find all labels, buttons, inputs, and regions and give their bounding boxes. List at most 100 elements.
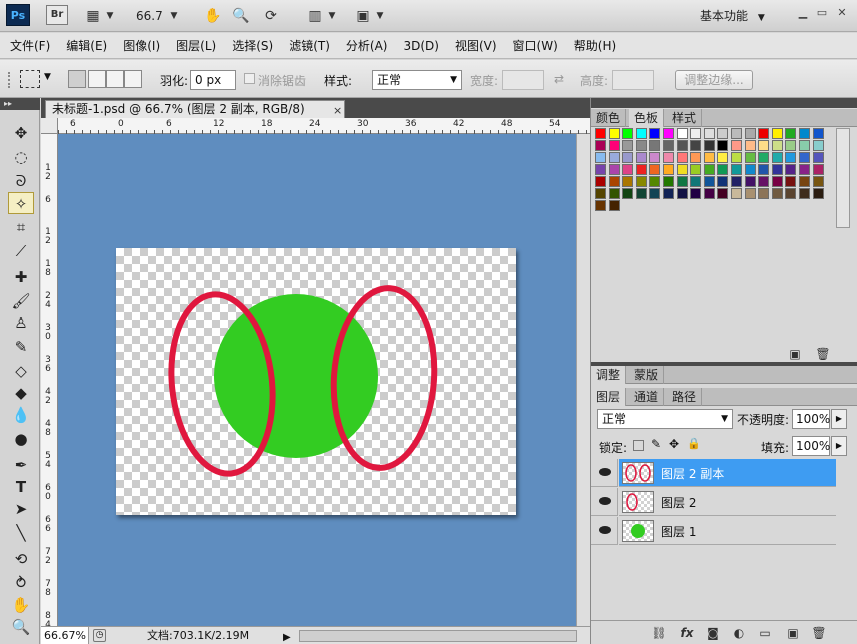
swatch[interactable] <box>690 152 702 163</box>
feather-input[interactable]: 0 px <box>190 70 236 90</box>
layer-visibility-toggle[interactable] <box>591 488 618 516</box>
layer-row[interactable]: 图层 1 <box>619 517 836 545</box>
fill-slider-button[interactable]: ▶ <box>831 436 847 456</box>
workspace-switcher[interactable]: 基本功能 ▼ <box>700 6 765 26</box>
maximize-button[interactable]: ▭ <box>813 4 831 22</box>
clone-stamp-icon[interactable]: ♙ <box>8 312 34 334</box>
swatch[interactable] <box>785 164 797 175</box>
swatch[interactable] <box>676 164 688 175</box>
path-selection-icon[interactable]: ➤ <box>8 498 34 520</box>
swatch[interactable] <box>676 176 688 187</box>
layout-icon[interactable]: ▦ <box>82 6 104 26</box>
swatch[interactable] <box>663 164 674 175</box>
close-tab-icon[interactable]: × <box>333 102 342 119</box>
eyedropper-icon[interactable]: ⟋ <box>8 240 34 262</box>
swatch[interactable] <box>649 140 661 151</box>
horizontal-ruler[interactable]: 6 0 6 12 18 24 30 36 42 48 54 <box>58 118 590 134</box>
swatch[interactable] <box>731 176 742 187</box>
lock-all-icon[interactable]: 🔒 <box>687 437 701 450</box>
swatch[interactable] <box>758 152 770 163</box>
swatch[interactable] <box>663 152 674 163</box>
magic-wand-icon[interactable]: ✧ <box>8 192 34 214</box>
add-mask-icon[interactable]: ◙ <box>705 625 721 641</box>
intersect-selection-button[interactable] <box>124 70 142 88</box>
lock-position-icon[interactable]: ✥ <box>669 437 679 451</box>
tab-swatches[interactable]: 色板 <box>629 109 665 127</box>
swatch[interactable] <box>812 164 824 175</box>
swatch[interactable] <box>595 140 606 151</box>
swatch[interactable] <box>635 128 647 139</box>
swatch[interactable] <box>785 128 797 139</box>
swatch[interactable] <box>717 128 729 139</box>
swatch[interactable] <box>690 164 702 175</box>
menu-layer[interactable]: 图层(L) <box>176 37 216 54</box>
rotate-icon[interactable]: ⟳ <box>260 6 282 26</box>
swatch[interactable] <box>771 152 783 163</box>
swatch[interactable] <box>717 176 729 187</box>
swatch[interactable] <box>744 128 756 139</box>
menu-view[interactable]: 视图(V) <box>455 37 497 54</box>
swatch[interactable] <box>676 140 688 151</box>
layer-row[interactable]: 图层 2 <box>619 488 836 516</box>
swatch[interactable] <box>595 152 606 163</box>
vertical-ruler[interactable]: 1 2 6 1 2 1 8 2 4 3 0 3 6 4 2 4 8 5 4 6 0 6 6 7 2 7 8… <box>41 134 58 630</box>
menu-image[interactable]: 图像(I) <box>123 37 160 54</box>
tab-masks[interactable]: 蒙版 <box>629 366 665 384</box>
crop-icon[interactable]: ⌗ <box>8 216 34 238</box>
trash-icon[interactable]: 🗑 <box>815 346 831 362</box>
swatch[interactable] <box>608 128 620 139</box>
swatch[interactable] <box>731 188 742 199</box>
swatch[interactable] <box>663 140 674 151</box>
swatch[interactable] <box>649 128 661 139</box>
swatch[interactable] <box>758 164 770 175</box>
swatch[interactable] <box>663 128 674 139</box>
trash-icon[interactable]: 🗑 <box>811 625 827 641</box>
new-swatch-icon[interactable]: ▣ <box>787 346 803 362</box>
menu-help[interactable]: 帮助(H) <box>574 37 616 54</box>
swatch[interactable] <box>635 140 647 151</box>
swatch[interactable] <box>812 188 824 199</box>
swatch[interactable] <box>731 152 742 163</box>
swatch[interactable] <box>622 188 634 199</box>
tab-adjustments[interactable]: 调整 <box>591 366 627 384</box>
swatch[interactable] <box>717 152 729 163</box>
swatch[interactable] <box>622 176 634 187</box>
swatch[interactable] <box>799 188 810 199</box>
swatch[interactable] <box>812 176 824 187</box>
swatch[interactable] <box>758 176 770 187</box>
swatch[interactable] <box>771 164 783 175</box>
brush-icon[interactable]: 🖌 <box>8 290 34 312</box>
paint-bucket-icon[interactable]: ◆ <box>8 382 34 404</box>
lasso-icon[interactable]: ᘐ <box>8 170 34 192</box>
swatch[interactable] <box>690 140 702 151</box>
swatch[interactable] <box>785 176 797 187</box>
swatch[interactable] <box>771 140 783 151</box>
swatch[interactable] <box>649 176 661 187</box>
swatch[interactable] <box>731 164 742 175</box>
swatch[interactable] <box>690 176 702 187</box>
swatch[interactable] <box>703 140 715 151</box>
document-canvas[interactable] <box>116 248 516 515</box>
swatch[interactable] <box>635 176 647 187</box>
antialias-checkbox[interactable] <box>244 73 255 84</box>
menu-edit[interactable]: 编辑(E) <box>66 37 107 54</box>
chevron-down-icon[interactable]: ▼ <box>374 6 386 26</box>
swatch[interactable] <box>731 140 742 151</box>
swatch[interactable] <box>663 188 674 199</box>
swatch[interactable] <box>799 176 810 187</box>
blur-icon[interactable]: 💧 <box>8 404 34 426</box>
swatch[interactable] <box>799 164 810 175</box>
style-select[interactable]: 正常 ▼ <box>372 70 462 90</box>
swatch[interactable] <box>731 128 742 139</box>
close-button[interactable]: ✕ <box>833 4 851 22</box>
document-tab[interactable]: 未标题-1.psd @ 66.7% (图层 2 副本, RGB/8) × <box>45 100 345 118</box>
swatch[interactable] <box>758 188 770 199</box>
swatch[interactable] <box>785 152 797 163</box>
zoom-icon[interactable]: 🔍 <box>230 6 252 26</box>
swatch[interactable] <box>758 140 770 151</box>
swatch[interactable] <box>717 140 729 151</box>
width-input[interactable] <box>502 70 544 90</box>
new-selection-button[interactable] <box>68 70 86 88</box>
fill-input[interactable]: 100% <box>792 436 830 456</box>
elliptical-marquee-icon[interactable]: ◌ <box>8 146 34 168</box>
